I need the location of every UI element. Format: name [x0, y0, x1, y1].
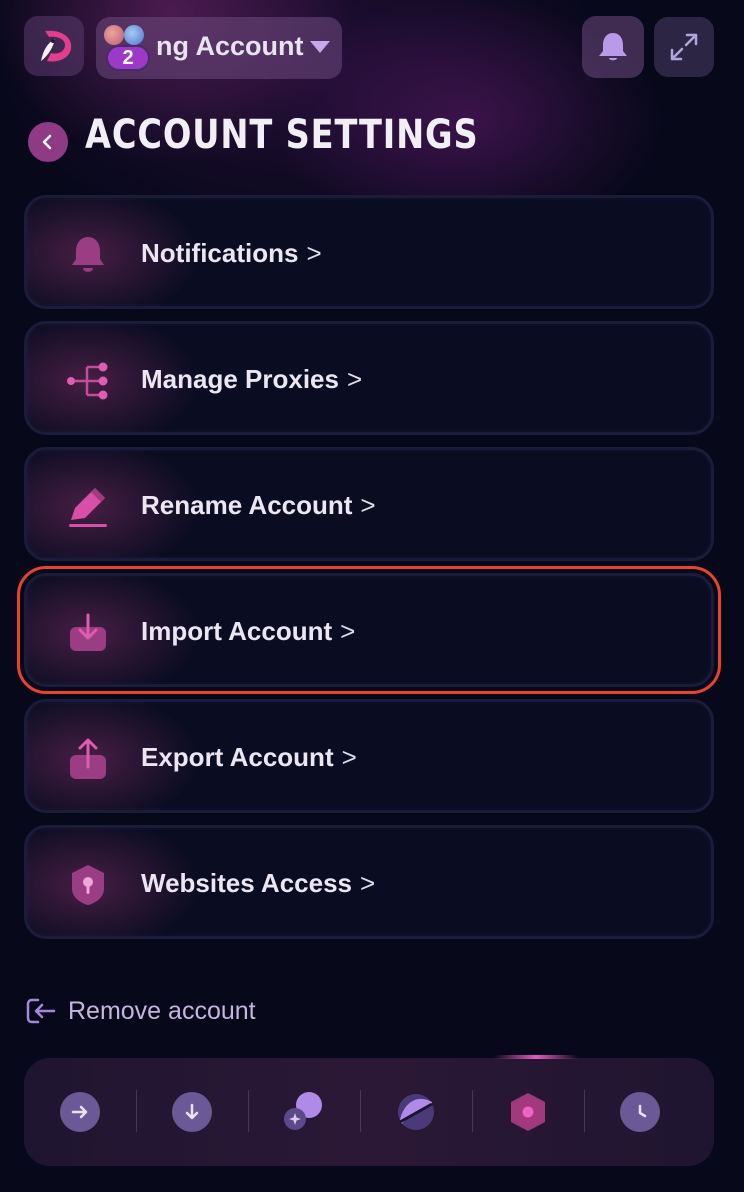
menu-item-label: Websites Access >: [141, 868, 376, 898]
expand-button[interactable]: [654, 17, 714, 77]
account-count-badge: 2: [106, 45, 150, 71]
menu-item-notifications[interactable]: Notifications >: [24, 195, 714, 309]
nav-receive[interactable]: [136, 1058, 248, 1166]
history-icon: [620, 1092, 660, 1132]
proxy-tree-icon: [63, 356, 113, 406]
menu-item-import-account[interactable]: Import Account >: [17, 566, 721, 694]
account-name: ng Account: [156, 31, 304, 61]
avatar: [104, 25, 124, 45]
menu-item-label: Notifications >: [141, 238, 322, 268]
chevron-right-icon: >: [360, 868, 376, 898]
receive-icon: [172, 1092, 212, 1132]
bell-icon: [63, 230, 113, 280]
settings-menu: Notifications > Manage Proxies > Rename Ac…: [17, 195, 721, 951]
avatar-stack: 2: [102, 23, 154, 75]
swap-icon: [284, 1092, 322, 1130]
header: 2 ng Account: [0, 0, 744, 100]
nav-settings[interactable]: [472, 1058, 584, 1166]
chevron-right-icon: >: [340, 616, 356, 646]
staking-icon: [398, 1094, 434, 1130]
expand-icon: [670, 33, 698, 61]
chevron-left-icon: [42, 134, 52, 150]
settings-icon: [511, 1093, 545, 1131]
back-button[interactable]: [28, 122, 68, 162]
notifications-button[interactable]: [582, 16, 644, 78]
pencil-icon: [63, 482, 113, 532]
export-icon: [63, 734, 113, 784]
menu-item-export-account[interactable]: Export Account >: [24, 699, 714, 813]
remove-account-button[interactable]: Remove account: [24, 994, 256, 1028]
app-logo-icon: [41, 30, 72, 62]
menu-item-label: Export Account >: [141, 742, 357, 772]
nav-swap[interactable]: [248, 1058, 360, 1166]
nav-send[interactable]: [24, 1058, 136, 1166]
chevron-right-icon: >: [306, 238, 322, 268]
menu-item-manage-proxies[interactable]: Manage Proxies >: [24, 321, 714, 435]
chevron-right-icon: >: [360, 490, 376, 520]
send-icon: [60, 1092, 100, 1132]
menu-item-websites-access[interactable]: Websites Access >: [24, 825, 714, 939]
shield-key-icon: [63, 860, 113, 910]
page-title: ACCOUNT SETTINGS: [85, 112, 479, 158]
account-selector[interactable]: 2 ng Account: [96, 17, 342, 79]
bell-icon: [599, 33, 627, 61]
menu-item-label: Manage Proxies >: [141, 364, 363, 394]
remove-account-label: Remove account: [68, 996, 256, 1025]
chevron-right-icon: >: [346, 364, 363, 394]
menu-item-rename-account[interactable]: Rename Account >: [24, 447, 714, 561]
logout-icon: [26, 998, 56, 1024]
nav-staking[interactable]: [360, 1058, 472, 1166]
menu-item-label: Rename Account >: [141, 490, 376, 520]
chevron-right-icon: >: [341, 742, 357, 772]
caret-down-icon: [310, 41, 330, 53]
avatar: [124, 25, 144, 45]
app-logo-button[interactable]: [24, 16, 84, 76]
import-icon: [63, 608, 113, 658]
nav-history[interactable]: [584, 1058, 696, 1166]
bottom-nav: [24, 1055, 714, 1166]
menu-item-label: Import Account >: [141, 616, 356, 646]
